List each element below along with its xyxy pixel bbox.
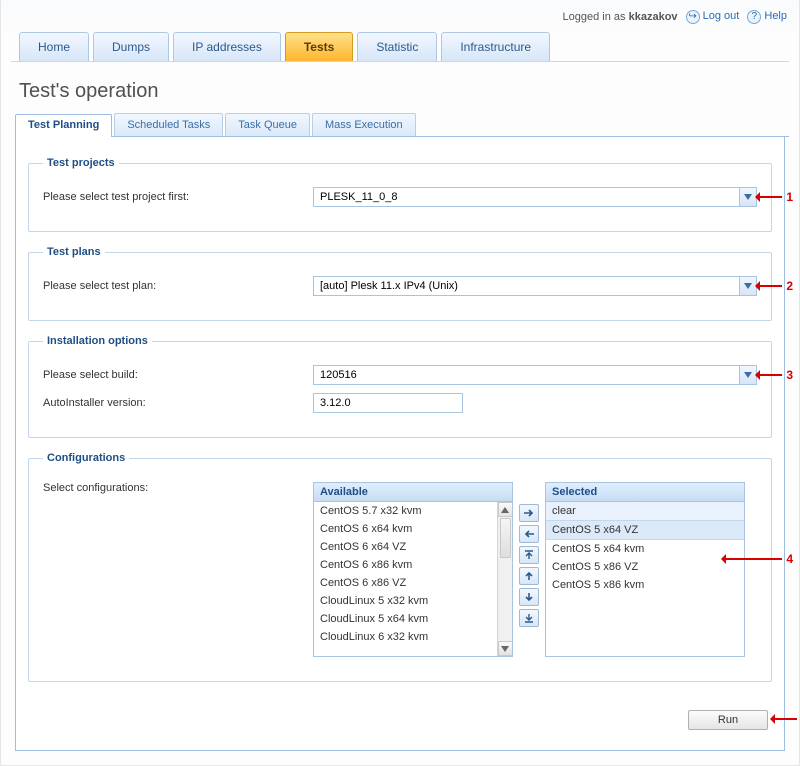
list-item[interactable]: CentOS 5.7 x32 kvm <box>314 502 496 520</box>
list-item[interactable]: CloudLinux 6 x32 kvm <box>314 628 496 646</box>
logged-in-label: Logged in as kkazakov <box>563 11 678 23</box>
nav-statistic[interactable]: Statistic <box>357 32 437 61</box>
remove-button[interactable] <box>519 525 539 543</box>
nav-infrastructure[interactable]: Infrastructure <box>441 32 550 61</box>
chevron-down-icon[interactable] <box>739 277 756 295</box>
available-header: Available <box>314 483 512 502</box>
move-up-button[interactable] <box>519 567 539 585</box>
annotation-3: 3 <box>786 368 793 382</box>
list-item[interactable]: CentOS 5 x86 kvm <box>546 576 744 594</box>
top-bar: Logged in as kkazakov ↪ Log out ? Help <box>11 6 789 32</box>
section-test-plans: Test plans Please select test plan: 2 <box>28 246 772 321</box>
annotation-2: 2 <box>786 279 793 293</box>
list-item[interactable]: CentOS 6 x86 kvm <box>314 556 496 574</box>
tab-scheduled-tasks[interactable]: Scheduled Tasks <box>114 113 223 136</box>
project-select-input[interactable] <box>314 188 739 206</box>
list-item[interactable]: CloudLinux 5 x32 kvm <box>314 592 496 610</box>
tab-task-queue[interactable]: Task Queue <box>225 113 310 136</box>
available-list: Available CentOS 5.7 x32 kvmCentOS 6 x64… <box>313 482 513 657</box>
list-item[interactable]: CentOS 6 x64 VZ <box>314 538 496 556</box>
logout-link[interactable]: ↪ Log out <box>686 10 740 24</box>
configurations-label: Select configurations: <box>43 482 303 494</box>
nav-tests[interactable]: Tests <box>285 32 353 61</box>
list-item[interactable]: CentOS 6 x64 kvm <box>314 520 496 538</box>
build-label: Please select build: <box>43 369 303 381</box>
section-legend: Configurations <box>43 452 129 464</box>
available-items[interactable]: CentOS 5.7 x32 kvmCentOS 6 x64 kvmCentOS… <box>314 502 512 656</box>
chevron-down-icon[interactable] <box>739 188 756 206</box>
list-item[interactable]: CentOS 5 x64 kvm <box>546 540 744 558</box>
selected-header: Selected <box>546 483 744 502</box>
sub-tabs: Test PlanningScheduled TasksTask QueueMa… <box>15 113 789 137</box>
main-nav: HomeDumpsIP addressesTestsStatisticInfra… <box>11 32 789 62</box>
plan-label: Please select test plan: <box>43 280 303 292</box>
mover-buttons <box>519 482 539 657</box>
annotation-1: 1 <box>786 190 793 204</box>
content-panel: Test projects Please select test project… <box>15 137 785 751</box>
help-link[interactable]: ? Help <box>747 10 787 24</box>
autoinstaller-label: AutoInstaller version: <box>43 397 303 409</box>
section-test-projects: Test projects Please select test project… <box>28 157 772 232</box>
move-bottom-button[interactable] <box>519 609 539 627</box>
annotation-4: 4 <box>786 552 793 566</box>
project-label: Please select test project first: <box>43 191 303 203</box>
nav-home[interactable]: Home <box>19 32 89 61</box>
list-item[interactable]: CentOS 6 x86 VZ <box>314 574 496 592</box>
list-item[interactable]: CloudLinux 5 x64 kvm <box>314 610 496 628</box>
plan-select-input[interactable] <box>314 277 739 295</box>
tab-test-planning[interactable]: Test Planning <box>15 114 112 137</box>
selected-list: Selected clearCentOS 5 x64 VZCentOS 5 x6… <box>545 482 745 657</box>
autoinstaller-input[interactable] <box>313 393 463 413</box>
nav-dumps[interactable]: Dumps <box>93 32 169 61</box>
section-configurations: Configurations Select configurations: Av… <box>28 452 772 682</box>
tab-mass-execution[interactable]: Mass Execution <box>312 113 416 136</box>
build-select[interactable] <box>313 365 757 385</box>
run-button[interactable]: Run <box>688 710 768 730</box>
list-item[interactable]: CentOS 5 x64 VZ <box>546 520 744 540</box>
chevron-down-icon[interactable] <box>739 366 756 384</box>
page-title: Test's operation <box>19 80 781 103</box>
move-down-button[interactable] <box>519 588 539 606</box>
build-select-input[interactable] <box>314 366 739 384</box>
nav-ip-addresses[interactable]: IP addresses <box>173 32 281 61</box>
clear-item[interactable]: clear <box>546 502 744 520</box>
scroll-up-icon[interactable] <box>498 502 513 517</box>
selected-items[interactable]: clearCentOS 5 x64 VZCentOS 5 x64 kvmCent… <box>546 502 744 656</box>
add-button[interactable] <box>519 504 539 522</box>
section-installation-options: Installation options Please select build… <box>28 335 772 438</box>
section-legend: Installation options <box>43 335 152 347</box>
scroll-down-icon[interactable] <box>498 641 513 656</box>
move-top-button[interactable] <box>519 546 539 564</box>
username: kkazakov <box>629 11 678 23</box>
list-item[interactable]: CentOS 5 x86 VZ <box>546 558 744 576</box>
section-legend: Test plans <box>43 246 105 258</box>
plan-select[interactable] <box>313 276 757 296</box>
help-icon: ? <box>747 10 761 24</box>
scroll-thumb[interactable] <box>500 518 511 558</box>
project-select[interactable] <box>313 187 757 207</box>
section-legend: Test projects <box>43 157 119 169</box>
logout-icon: ↪ <box>686 10 700 24</box>
